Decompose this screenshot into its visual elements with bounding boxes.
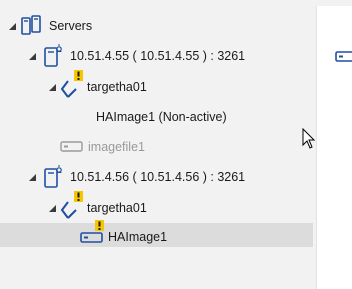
warning-icon <box>74 70 83 81</box>
tree-node-label: HAImage1 <box>108 230 168 244</box>
tree-node-label: 10.51.4.55 ( 10.51.4.55 ) : 3261 <box>70 49 246 63</box>
ha-image-icon <box>80 232 104 247</box>
expand-arrow-icon[interactable] <box>47 82 57 92</box>
warning-icon <box>95 220 104 231</box>
tree-node-label: targetha01 <box>87 201 147 215</box>
mouse-cursor-icon <box>302 127 316 153</box>
tree-node-image[interactable]: HAImage1 (Non-active) <box>0 105 316 129</box>
tree-node-target[interactable]: targetha01 <box>0 191 316 220</box>
server-icon <box>42 44 64 71</box>
expand-arrow-icon[interactable] <box>27 51 37 61</box>
tree-node-label: Servers <box>49 19 93 33</box>
tree-node-label: targetha01 <box>87 80 147 94</box>
tree-node-label: 10.51.4.56 ( 10.51.4.56 ) : 3261 <box>70 170 246 184</box>
tree-node-ha-image[interactable]: HAImage1 <box>0 220 313 247</box>
tree-node-servers[interactable]: Servers <box>0 14 316 38</box>
warning-icon <box>74 191 83 202</box>
expand-arrow-icon[interactable] <box>7 21 17 31</box>
servers-icon <box>20 15 42 40</box>
tree-node-server[interactable]: 10.51.4.56 ( 10.51.4.56 ) : 3261 <box>0 165 316 189</box>
image-file-icon <box>60 141 84 156</box>
image-file-icon <box>335 51 352 66</box>
tree-node-target[interactable]: targetha01 <box>0 70 316 99</box>
tree-node-label: HAImage1 (Non-active) <box>96 110 227 124</box>
tree-node-server[interactable]: 10.51.4.55 ( 10.51.4.55 ) : 3261 <box>0 44 316 68</box>
expand-arrow-icon[interactable] <box>27 172 37 182</box>
expand-arrow-icon[interactable] <box>47 203 57 213</box>
servers-tree[interactable]: Servers 10.51.4.55 ( 10.51.4.55 ) : 3261 <box>0 0 316 289</box>
tree-node-label: imagefile1 <box>88 140 145 154</box>
server-icon <box>42 165 64 192</box>
details-pane <box>316 6 352 289</box>
tree-node-image-file[interactable]: imagefile1 <box>0 135 316 159</box>
